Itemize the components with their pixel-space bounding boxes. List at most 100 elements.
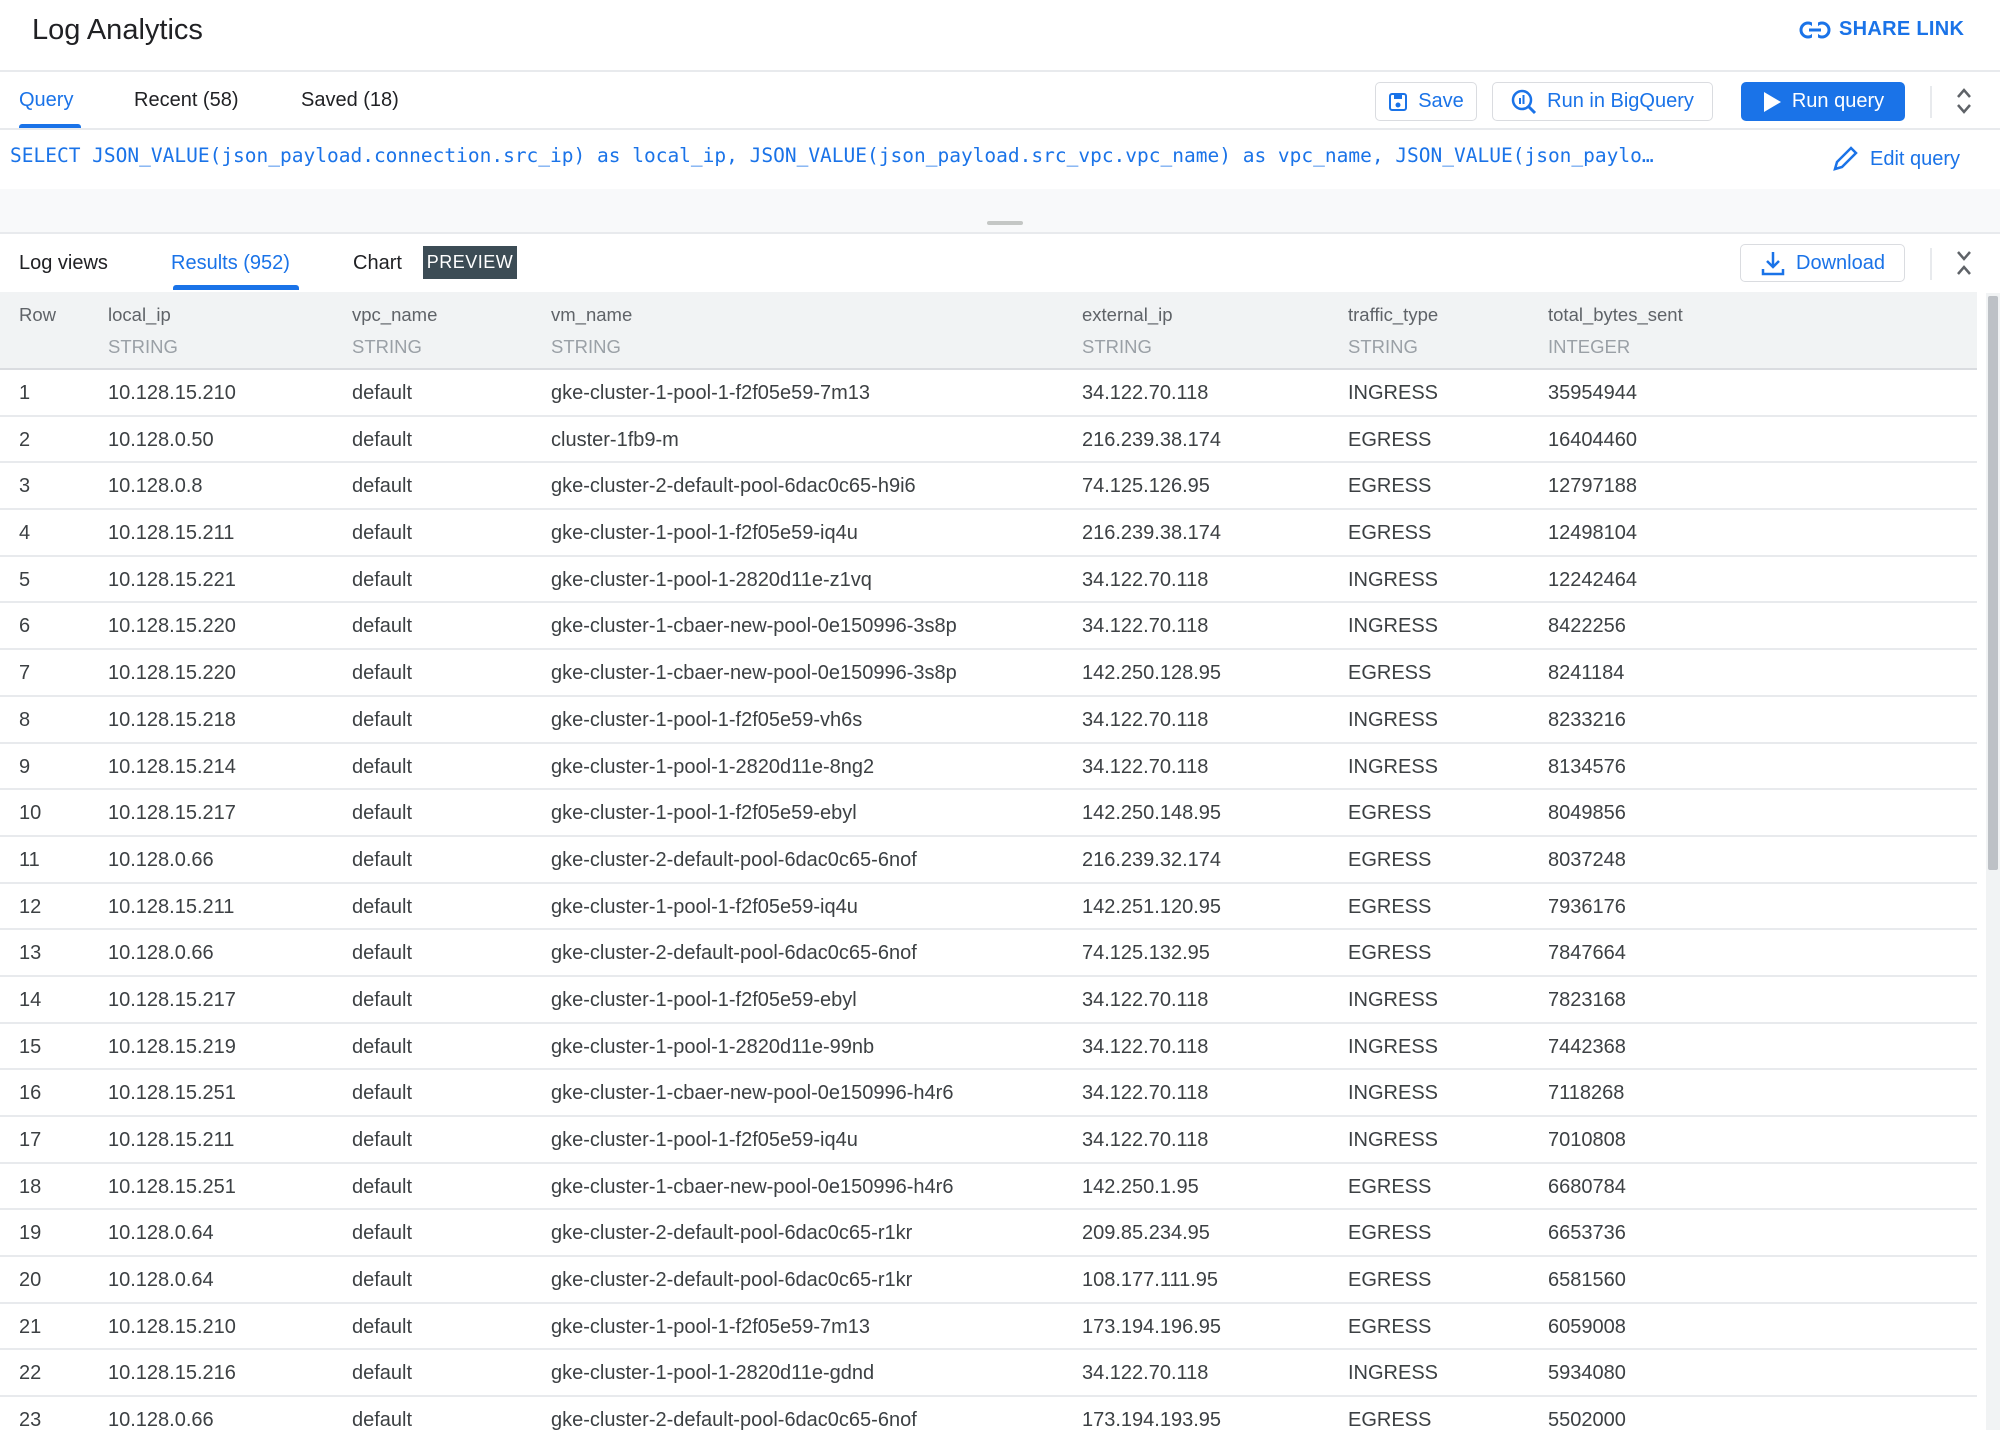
cell-total-bytes-sent: 8241184: [1548, 662, 1625, 685]
cell-vpc-name: default: [352, 1222, 413, 1245]
share-link-button[interactable]: SHARE LINK: [1799, 18, 1964, 41]
tab-results[interactable]: Results (952): [171, 252, 290, 275]
table-row[interactable]: 10 10.128.15.217 default gke-cluster-1-pool…: [0, 790, 1977, 837]
table-row[interactable]: 13 10.128.0.66 default gke-cluster-2-defaul…: [0, 930, 1977, 977]
collapse-icon[interactable]: [1954, 248, 1974, 278]
cell-vm-name: gke-cluster-1-pool-1-f2f05e59-iq4u: [551, 522, 858, 545]
cell-external-ip: 74.125.132.95: [1082, 942, 1210, 965]
column-header-external-ip[interactable]: external_ip: [1082, 304, 1173, 326]
link-icon: [1799, 19, 1831, 40]
table-row[interactable]: 9 10.128.15.214 default gke-cluster-1-pool-…: [0, 744, 1977, 791]
cell-traffic-type: EGRESS: [1348, 1222, 1432, 1245]
cell-vpc-name: default: [352, 942, 413, 965]
column-header-vpc-name[interactable]: vpc_name: [352, 304, 437, 326]
save-button[interactable]: Save: [1375, 82, 1477, 121]
cell-traffic-type: EGRESS: [1348, 1409, 1432, 1430]
cell-external-ip: 34.122.70.118: [1082, 708, 1209, 731]
cell-total-bytes-sent: 8037248: [1548, 848, 1626, 871]
column-type: STRING: [1082, 336, 1152, 357]
cell-total-bytes-sent: 12797188: [1548, 475, 1637, 498]
cell-vpc-name: default: [352, 1175, 413, 1198]
cell-external-ip: 34.122.70.118: [1082, 1035, 1209, 1058]
cell-local-ip: 10.128.15.251: [108, 1082, 236, 1105]
cell-vm-name: gke-cluster-2-default-pool-6dac0c65-h9i6: [551, 475, 916, 498]
column-header-row[interactable]: Row: [19, 304, 56, 326]
cell-row-number: 23: [19, 1409, 42, 1430]
cell-vm-name: gke-cluster-1-cbaer-new-pool-0e150996-3s…: [551, 615, 957, 638]
cell-total-bytes-sent: 7118268: [1548, 1082, 1625, 1105]
run-query-button[interactable]: Run query: [1741, 82, 1905, 121]
cell-row-number: 11: [19, 848, 40, 871]
table-row[interactable]: 1 10.128.15.210 default gke-cluster-1-pool-…: [0, 370, 1977, 417]
preview-badge: PREVIEW: [423, 246, 517, 279]
tab-log-views[interactable]: Log views: [19, 252, 108, 275]
table-row[interactable]: 16 10.128.15.251 default gke-cluster-1-cbae…: [0, 1070, 1977, 1117]
tab-chart[interactable]: Chart: [353, 252, 402, 275]
cell-total-bytes-sent: 5934080: [1548, 1362, 1626, 1385]
table-row[interactable]: 6 10.128.15.220 default gke-cluster-1-cbaer…: [0, 603, 1977, 651]
cell-vpc-name: default: [352, 615, 413, 638]
cell-vpc-name: default: [352, 522, 413, 545]
table-row[interactable]: 2 10.128.0.50 default cluster-1fb9-m 216.239…: [0, 417, 1977, 464]
table-row[interactable]: 22 10.128.15.216 default gke-cluster-1-pool…: [0, 1350, 1977, 1398]
cell-row-number: 2: [19, 428, 31, 451]
table-row[interactable]: 18 10.128.15.251 default gke-cluster-1-cbae…: [0, 1164, 1977, 1211]
column-header-vm-name[interactable]: vm_name: [551, 304, 632, 326]
divider: [0, 232, 2000, 234]
table-row[interactable]: 17 10.128.15.211 default gke-cluster-1-pool…: [0, 1117, 1977, 1164]
edit-query-button[interactable]: Edit query: [1830, 144, 1960, 174]
cell-traffic-type: EGRESS: [1348, 475, 1432, 498]
column-header-local-ip[interactable]: local_ip: [108, 304, 171, 326]
cell-total-bytes-sent: 7847664: [1548, 942, 1626, 965]
cell-vm-name: gke-cluster-1-pool-1-2820d11e-z1vq: [551, 568, 872, 591]
cell-row-number: 1: [19, 382, 31, 404]
table-row[interactable]: 19 10.128.0.64 default gke-cluster-2-defaul…: [0, 1210, 1977, 1258]
cell-local-ip: 10.128.15.251: [108, 1175, 236, 1198]
table-row[interactable]: 21 10.128.15.210 default gke-cluster-1-pool…: [0, 1304, 1977, 1351]
cell-traffic-type: EGRESS: [1348, 1269, 1432, 1292]
save-icon: [1389, 92, 1408, 111]
cell-traffic-type: EGRESS: [1348, 1175, 1432, 1198]
divider: [0, 128, 2000, 130]
table-row[interactable]: 14 10.128.15.217 default gke-cluster-1-pool…: [0, 977, 1977, 1024]
column-type: STRING: [108, 336, 178, 357]
cell-traffic-type: INGRESS: [1348, 1129, 1439, 1151]
bigquery-label: Run in BigQuery: [1547, 90, 1694, 112]
cell-vpc-name: default: [352, 1315, 413, 1338]
cell-vpc-name: default: [352, 708, 413, 731]
table-row[interactable]: 5 10.128.15.221 default gke-cluster-1-pool-…: [0, 557, 1977, 604]
table-row[interactable]: 4 10.128.15.211 default gke-cluster-1-pool-…: [0, 510, 1977, 557]
cell-total-bytes-sent: 5502000: [1548, 1409, 1626, 1430]
table-row[interactable]: 8 10.128.15.218 default gke-cluster-1-pool-…: [0, 697, 1977, 744]
cell-vm-name: gke-cluster-1-pool-1-f2f05e59-7m13: [551, 1315, 871, 1338]
download-label: Download: [1796, 251, 1885, 274]
download-icon: [1761, 252, 1785, 276]
cell-vpc-name: default: [352, 1129, 413, 1151]
expand-collapse-icon[interactable]: [1954, 86, 1974, 116]
resize-handle[interactable]: [987, 221, 1023, 225]
table-row[interactable]: 23 10.128.0.66 default gke-cluster-2-defaul…: [0, 1397, 1977, 1430]
cell-vm-name: gke-cluster-1-cbaer-new-pool-0e150996-3s…: [551, 662, 957, 685]
table-row[interactable]: 15 10.128.15.219 default gke-cluster-1-pool…: [0, 1024, 1977, 1071]
table-row[interactable]: 7 10.128.15.220 default gke-cluster-1-cbaer…: [0, 650, 1977, 697]
cell-total-bytes-sent: 8049856: [1548, 802, 1626, 825]
cell-traffic-type: INGRESS: [1348, 615, 1439, 638]
table-row[interactable]: 3 10.128.0.8 default gke-cluster-2-default-…: [0, 463, 1977, 511]
query-editor[interactable]: SELECT JSON_VALUE(json_payload.connectio…: [10, 144, 1780, 167]
column-header-total-bytes-sent[interactable]: total_bytes_sent: [1548, 304, 1683, 326]
tab-recent[interactable]: Recent (58): [134, 89, 239, 112]
tab-saved[interactable]: Saved (18): [301, 89, 399, 112]
cell-external-ip: 142.251.120.95: [1082, 895, 1222, 918]
cell-vpc-name: default: [352, 382, 413, 404]
table-row[interactable]: 20 10.128.0.64 default gke-cluster-2-defaul…: [0, 1257, 1977, 1304]
run-in-bigquery-button[interactable]: Run in BigQuery: [1492, 82, 1713, 121]
tab-query[interactable]: Query: [19, 89, 73, 112]
download-button[interactable]: Download: [1740, 244, 1905, 282]
table-row[interactable]: 12 10.128.15.211 default gke-cluster-1-pool…: [0, 884, 1977, 931]
cell-external-ip: 34.122.70.118: [1082, 382, 1209, 404]
cell-traffic-type: INGRESS: [1348, 1035, 1439, 1058]
table-row[interactable]: 11 10.128.0.66 default gke-cluster-2-defaul…: [0, 837, 1977, 884]
scrollbar-thumb[interactable]: [1988, 296, 1998, 870]
column-header-traffic-type[interactable]: traffic_type: [1348, 304, 1438, 326]
cell-vm-name: gke-cluster-1-pool-1-f2f05e59-iq4u: [551, 895, 858, 918]
